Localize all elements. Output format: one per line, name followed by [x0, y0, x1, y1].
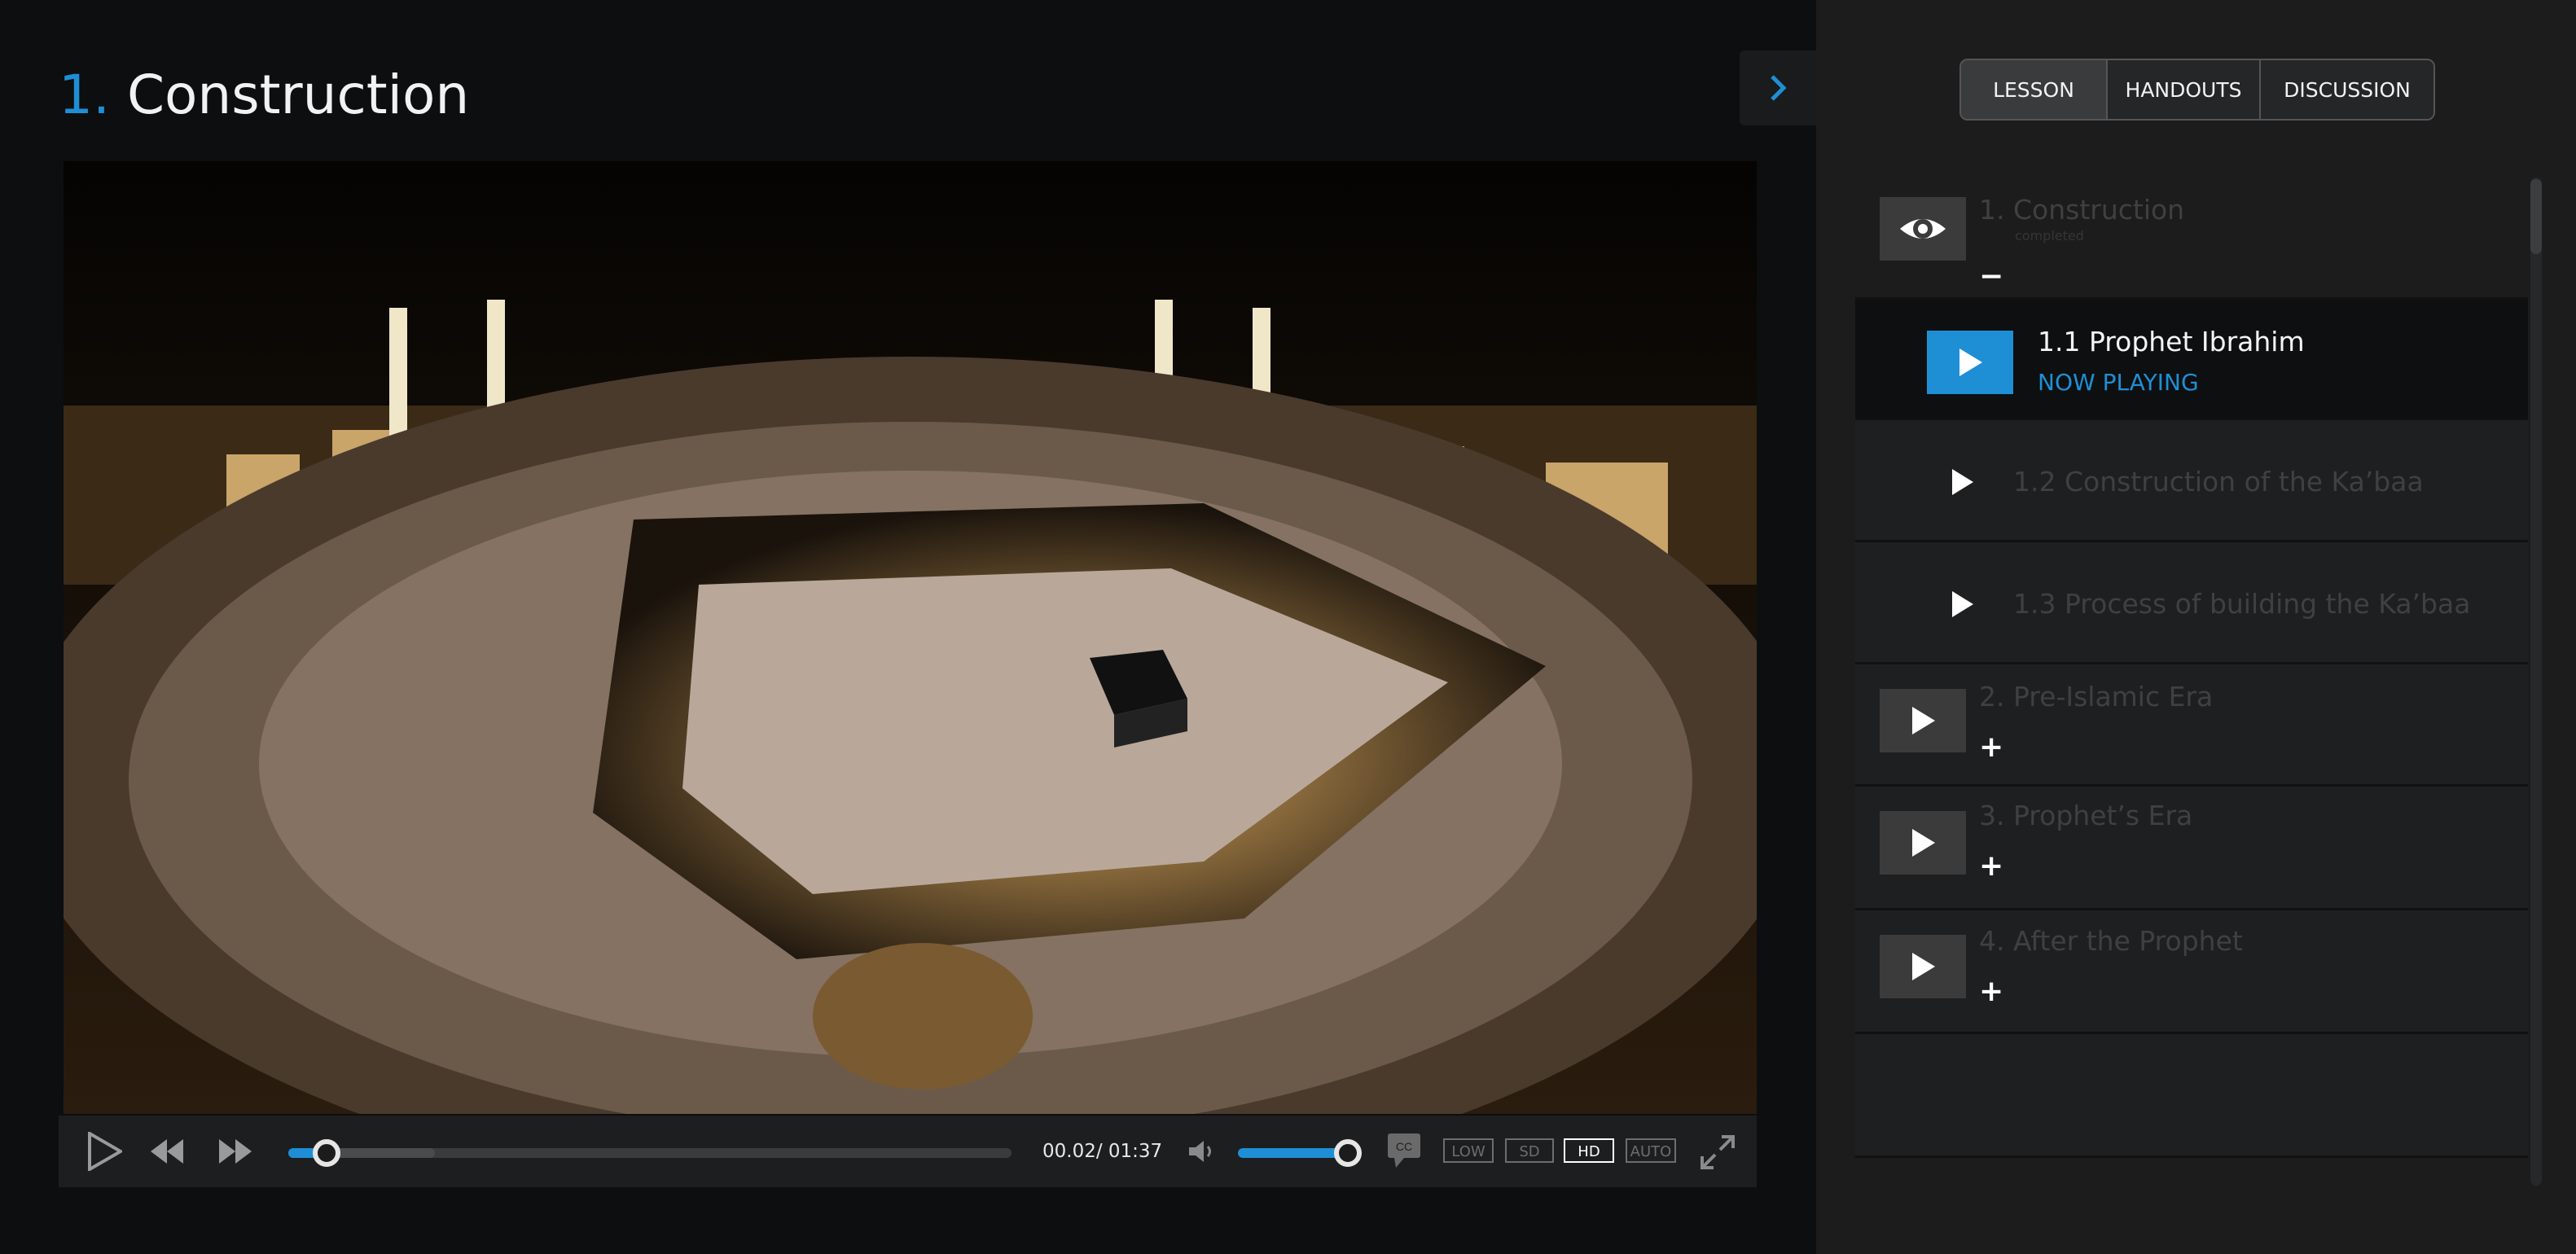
lesson-number: 1. — [59, 64, 110, 126]
captions-button[interactable]: CC — [1385, 1130, 1424, 1171]
list-item[interactable]: 1. Construction completed − — [1855, 178, 2528, 300]
item-title: 1.2 Construction of the Ka’baa — [2013, 466, 2424, 498]
play-icon — [1912, 829, 1935, 857]
play-icon — [1912, 707, 1935, 734]
list-item[interactable]: 3. Prophet’s Era + — [1855, 787, 2528, 910]
captions-label: CC — [1396, 1140, 1412, 1153]
play-button[interactable] — [1945, 586, 1981, 622]
tab-handouts[interactable]: HANDOUTS — [2108, 60, 2261, 119]
expand-icon[interactable]: + — [1979, 852, 2003, 881]
play-icon — [1952, 591, 1973, 617]
expand-icon[interactable]: + — [1979, 977, 2003, 1006]
play-icon — [1912, 953, 1935, 980]
quality-hd[interactable]: HD — [1564, 1138, 1614, 1163]
play-icon — [88, 1132, 122, 1171]
fast-forward-button[interactable] — [215, 1135, 256, 1168]
volume-handle[interactable] — [1334, 1139, 1362, 1167]
list-item[interactable]: 1.2 Construction of the Ka’baa — [1855, 420, 2528, 542]
thumbnail — [1880, 811, 1966, 875]
tab-lesson[interactable]: LESSON — [1961, 60, 2108, 119]
lesson-title: 1. Construction — [59, 59, 469, 132]
scrollbar-thumb[interactable] — [2530, 179, 2542, 254]
lesson-name: Construction — [126, 64, 470, 126]
fast-forward-icon — [219, 1139, 252, 1164]
expand-icon[interactable]: + — [1979, 733, 2003, 762]
eye-icon — [1900, 219, 1946, 239]
video-frame[interactable] — [64, 161, 1757, 1114]
list-item[interactable]: 2. Pre-Islamic Era + — [1855, 664, 2528, 787]
item-title: 1.3 Process of building the Ka’baa — [2013, 588, 2471, 620]
thumbnail — [1880, 197, 1966, 261]
collapse-sidebar-button[interactable] — [1740, 50, 1816, 125]
item-title: 3. Prophet’s Era — [1979, 800, 2193, 831]
mute-button[interactable] — [1184, 1135, 1220, 1168]
play-button[interactable] — [83, 1130, 125, 1173]
sidebar-tabs: LESSON HANDOUTS DISCUSSION — [1959, 59, 2435, 121]
item-title: 1. Construction — [1979, 194, 2185, 226]
item-title: 4. After the Prophet — [1979, 925, 2243, 957]
item-title: 2. Pre-Islamic Era — [1979, 681, 2214, 712]
captions-icon: CC — [1388, 1133, 1420, 1168]
item-title: 1.1 Prophet Ibrahim — [2038, 326, 2305, 357]
now-playing-label: NOW PLAYING — [2038, 369, 2199, 396]
thumbnail — [1880, 689, 1966, 752]
play-icon — [1959, 349, 1982, 376]
play-button[interactable] — [1945, 464, 1981, 500]
time-display: 00.02/ 01:37 — [1042, 1141, 1163, 1162]
quality-low[interactable]: LOW — [1443, 1138, 1494, 1163]
tab-discussion[interactable]: DISCUSSION — [2261, 60, 2433, 119]
list-item-now-playing[interactable]: 1.1 Prophet Ibrahim NOW PLAYING — [1855, 300, 2528, 420]
seek-handle[interactable] — [313, 1139, 340, 1167]
speaker-icon — [1189, 1141, 1211, 1162]
list-item-empty — [1855, 1034, 2528, 1158]
thumbnail — [1880, 935, 1966, 998]
rewind-icon — [151, 1139, 183, 1164]
rewind-button[interactable] — [147, 1135, 187, 1168]
list-item[interactable]: 1.3 Process of building the Ka’baa — [1855, 542, 2528, 664]
scrollbar-track[interactable] — [2530, 178, 2542, 1186]
video-image — [64, 161, 1757, 1114]
quality-auto[interactable]: AUTO — [1626, 1138, 1676, 1163]
fullscreen-icon — [1701, 1135, 1735, 1169]
thumbnail — [1927, 331, 2013, 394]
item-status: completed — [2015, 228, 2084, 243]
player-controls: 00.02/ 01:37 CC LOW SD HD AUTO — [59, 1116, 1757, 1187]
chevron-right-icon — [1771, 75, 1787, 101]
collapse-icon[interactable]: − — [1979, 262, 2003, 292]
fullscreen-button[interactable] — [1696, 1130, 1740, 1174]
play-icon — [1952, 469, 1973, 495]
quality-sd[interactable]: SD — [1505, 1138, 1554, 1163]
list-item[interactable]: 4. After the Prophet + — [1855, 910, 2528, 1034]
